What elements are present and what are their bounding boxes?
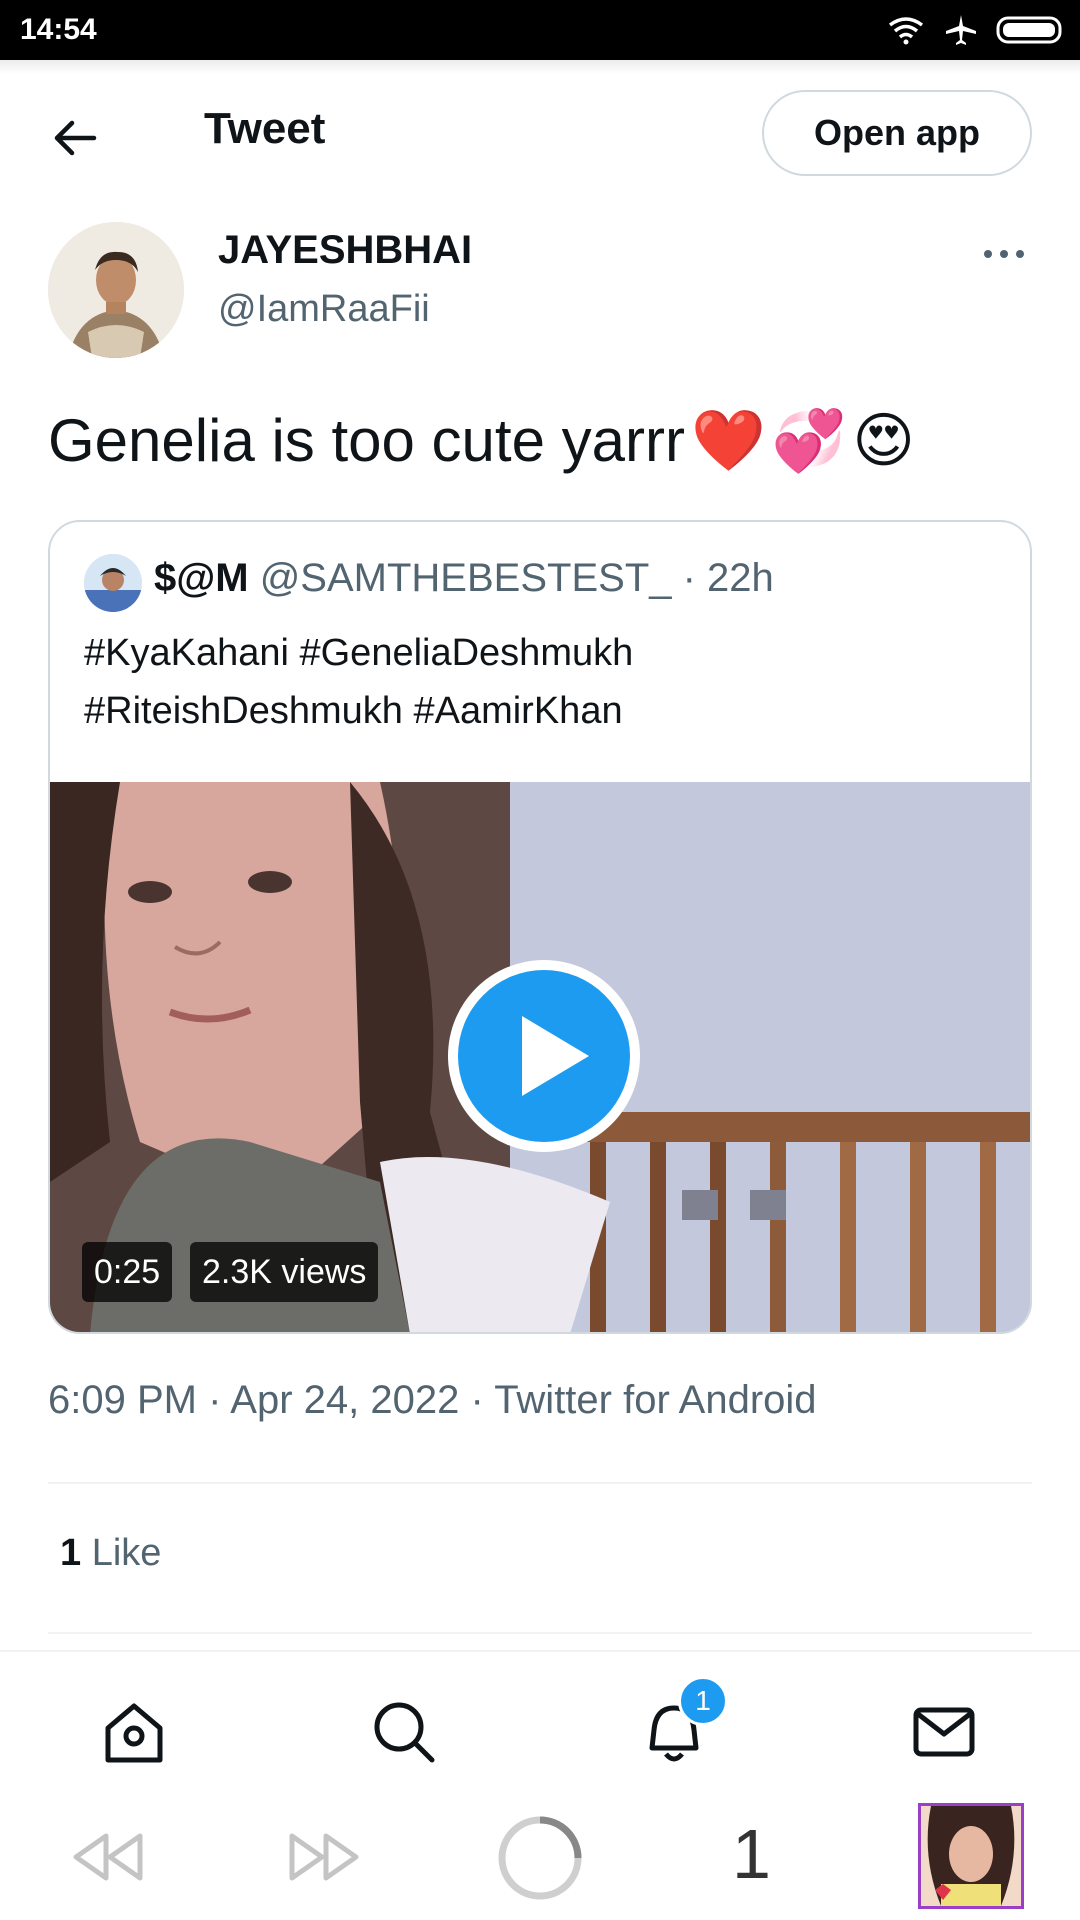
hashtag-line: #RiteishDeshmukh #AamirKhan bbox=[84, 690, 623, 732]
heart-eyes-emoji-icon: 😍 bbox=[852, 406, 915, 474]
author-avatar[interactable] bbox=[48, 222, 184, 358]
video-views: 2.3K views bbox=[190, 1242, 379, 1302]
airplane-mode-icon bbox=[946, 15, 976, 45]
divider bbox=[48, 1482, 1032, 1484]
tweet-text: Genelia is too cute yarrr ❤️ 💞 😍 bbox=[48, 405, 915, 476]
system-navigation: 1 bbox=[0, 1800, 1080, 1920]
author-handle[interactable]: @IamRaaFii bbox=[218, 288, 430, 331]
heart-emoji-icon: ❤️ bbox=[690, 407, 766, 474]
loading-spinner-icon bbox=[498, 1816, 582, 1900]
notification-badge: 1 bbox=[678, 1676, 728, 1726]
quoted-author-avatar bbox=[84, 554, 142, 612]
tab-count[interactable]: 1 bbox=[732, 1814, 771, 1894]
status-bar: 14:54 bbox=[0, 0, 1080, 60]
more-options-icon[interactable] bbox=[980, 240, 1028, 268]
fast-forward-icon[interactable] bbox=[288, 1830, 362, 1884]
home-icon[interactable] bbox=[100, 1698, 168, 1766]
top-app-bar: Tweet Open app bbox=[0, 60, 1080, 200]
battery-icon bbox=[996, 16, 1062, 44]
tweet-timestamp: 6:09 PM · Apr 24, 2022 · Twitter for And… bbox=[48, 1378, 817, 1422]
tweet-body: Genelia is too cute yarrr bbox=[48, 407, 685, 474]
profile-thumbnail[interactable] bbox=[918, 1803, 1024, 1909]
video-duration: 0:25 bbox=[82, 1242, 173, 1302]
quoted-tweet-age: · 22h bbox=[682, 556, 774, 600]
rewind-back-icon[interactable] bbox=[70, 1830, 144, 1884]
play-icon[interactable] bbox=[444, 956, 644, 1156]
back-arrow-icon[interactable] bbox=[48, 110, 104, 166]
like-label: Like bbox=[91, 1532, 162, 1574]
mail-icon[interactable] bbox=[910, 1698, 978, 1766]
open-app-button[interactable]: Open app bbox=[762, 90, 1032, 176]
search-icon[interactable] bbox=[370, 1698, 438, 1766]
status-time: 14:54 bbox=[20, 13, 97, 46]
quoted-author-handle: @SAMTHEBESTEST_ bbox=[259, 556, 672, 600]
author-name[interactable]: JAYESHBHAI bbox=[218, 228, 472, 273]
video-thumbnail[interactable]: 0:25 2.3K views bbox=[50, 782, 1030, 1332]
hashtag-line: #KyaKahani #GeneliaDeshmukh bbox=[84, 632, 634, 674]
two-hearts-emoji-icon: 💞 bbox=[771, 407, 847, 474]
page-title: Tweet bbox=[204, 104, 326, 153]
bottom-navigation: 1 bbox=[0, 1650, 1080, 1802]
like-count: 1 bbox=[60, 1532, 82, 1574]
status-icons bbox=[886, 13, 1066, 47]
quoted-author-name: $@M bbox=[154, 556, 249, 600]
quoted-tweet-card[interactable]: $@M @SAMTHEBESTEST_ · 22h #KyaKahani #Ge… bbox=[48, 520, 1032, 1334]
quoted-tweet-text: #KyaKahani #GeneliaDeshmukh #RiteishDesh… bbox=[84, 624, 984, 740]
divider bbox=[48, 1632, 1032, 1634]
likes-row[interactable]: 1 Like bbox=[60, 1532, 161, 1575]
quoted-tweet-header: $@M @SAMTHEBESTEST_ · 22h bbox=[154, 556, 774, 601]
wifi-icon bbox=[888, 17, 924, 45]
